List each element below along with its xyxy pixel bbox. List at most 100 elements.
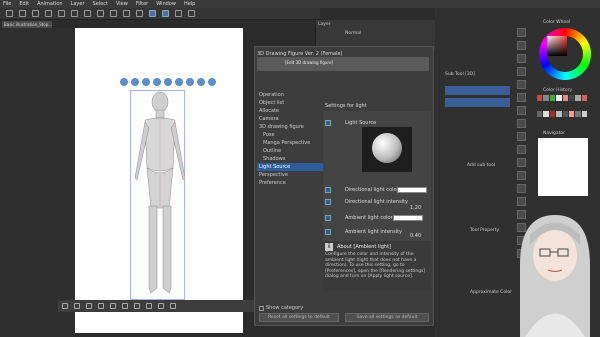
tool-icon[interactable] [517, 28, 526, 37]
ambient-intensity-toggle[interactable] [325, 229, 331, 235]
directional-color-toggle[interactable] [325, 187, 331, 193]
swatch[interactable] [581, 95, 587, 101]
swatch[interactable] [568, 95, 575, 101]
sidebar-item-operation[interactable]: Operation [257, 91, 323, 99]
swatch[interactable] [537, 110, 543, 117]
document-tab[interactable]: Basic illustration_Stop... [2, 21, 52, 28]
sidebar-item-manga-perspective[interactable]: Manga Perspective [257, 139, 323, 147]
swatch[interactable] [549, 110, 556, 117]
sidebar-item-perspective[interactable]: Perspective [257, 171, 323, 179]
ambient-color-toggle[interactable] [325, 215, 331, 221]
save-all-button[interactable]: Save all settings as default [345, 313, 429, 322]
menu-view[interactable]: View [116, 1, 128, 7]
tool-icon[interactable] [517, 67, 526, 76]
saturation-square[interactable] [547, 36, 567, 56]
menu-layer[interactable]: Layer [71, 1, 85, 7]
fill-icon[interactable] [97, 10, 104, 17]
swatch[interactable] [556, 110, 562, 117]
tool-icon[interactable] [517, 80, 526, 89]
blend-mode-select[interactable]: Normal [345, 31, 361, 36]
tool-icon[interactable] [517, 145, 526, 154]
rotate-icon[interactable] [164, 78, 172, 86]
transform-icon[interactable] [84, 10, 91, 17]
show-category[interactable]: Show category [259, 305, 303, 311]
camera-rotate-icon[interactable] [120, 78, 128, 86]
navigator-preview[interactable] [538, 138, 588, 196]
snap-icon[interactable] [197, 78, 205, 86]
light-source-toggle[interactable] [325, 120, 331, 126]
sidebar-item-3d-figure[interactable]: 3D drawing figure [257, 123, 323, 131]
lock-icon[interactable] [134, 303, 140, 309]
directional-color-swatch[interactable] [397, 187, 427, 193]
pen-icon[interactable] [149, 10, 156, 17]
rotate-x-icon[interactable] [175, 78, 183, 86]
tool-icon[interactable] [517, 119, 526, 128]
reset-pose-icon[interactable] [158, 303, 164, 309]
swatch[interactable] [581, 110, 587, 117]
tool-icon[interactable] [517, 41, 526, 50]
camera-move-icon[interactable] [142, 78, 150, 86]
sub-tool-row[interactable] [445, 98, 510, 107]
menu-file[interactable]: File [3, 1, 11, 7]
sub-tool-row[interactable] [445, 148, 510, 157]
add-sub-tool[interactable]: Add sub tool [467, 163, 495, 168]
fit-icon[interactable] [122, 303, 128, 309]
swatch[interactable] [537, 95, 543, 101]
swatch[interactable] [543, 95, 549, 101]
ambient-color-swatch[interactable] [393, 215, 423, 221]
ruler-icon[interactable] [175, 10, 182, 17]
mirror-icon[interactable] [98, 303, 104, 309]
sidebar-item-shadows[interactable]: Shadows [257, 155, 323, 163]
swatch[interactable] [556, 95, 562, 101]
show-category-checkbox[interactable] [259, 305, 264, 311]
new-icon[interactable] [6, 10, 13, 17]
ground-icon[interactable] [110, 303, 116, 309]
crop-icon[interactable] [123, 10, 130, 17]
reset-icon[interactable] [208, 78, 216, 86]
menu-select[interactable]: Select [93, 1, 108, 7]
swatch[interactable] [549, 95, 556, 101]
reset-all-button[interactable]: Reset all settings to default [259, 313, 339, 322]
menu-window[interactable]: Window [156, 1, 176, 7]
ambient-intensity-value[interactable]: 0.40 [410, 233, 421, 239]
brush-icon[interactable] [162, 10, 169, 17]
swatch[interactable] [568, 110, 575, 117]
sidebar-item-outline[interactable]: Outline [257, 147, 323, 155]
clear-icon[interactable] [71, 10, 78, 17]
swatch[interactable] [562, 95, 568, 101]
swatch[interactable] [575, 110, 581, 117]
menu-filter[interactable]: Filter [136, 1, 148, 7]
tool-icon[interactable] [517, 171, 526, 180]
sub-tool-row[interactable] [445, 86, 510, 95]
move-plane-icon[interactable] [153, 78, 161, 86]
sidebar-item-preference[interactable]: Preference [257, 179, 323, 187]
prev-icon[interactable] [62, 303, 68, 309]
directional-intensity-toggle[interactable] [325, 199, 331, 205]
sidebar-item-allocate[interactable]: Allocate [257, 107, 323, 115]
tool-icon[interactable] [517, 93, 526, 102]
sidebar-item-camera[interactable]: Camera [257, 115, 323, 123]
swatch[interactable] [575, 95, 581, 101]
save-pose-icon[interactable] [170, 303, 176, 309]
sidebar-item-light-source[interactable]: Light Source [257, 163, 323, 171]
redo-icon[interactable] [58, 10, 65, 17]
open-icon[interactable] [19, 10, 26, 17]
tool-icon[interactable] [517, 54, 526, 63]
camera-pan-icon[interactable] [131, 78, 139, 86]
next-icon[interactable] [74, 303, 80, 309]
menu-edit[interactable]: Edit [19, 1, 29, 7]
tool-icon[interactable] [517, 158, 526, 167]
tool-icon[interactable] [517, 184, 526, 193]
sub-tool-row[interactable] [445, 124, 510, 133]
lock-icon[interactable] [188, 10, 195, 17]
camera-icon[interactable] [146, 303, 152, 309]
menu-animation[interactable]: Animation [37, 1, 63, 7]
swatch[interactable] [562, 110, 568, 117]
sidebar-item-object-list[interactable]: Object list [257, 99, 323, 107]
sub-tool-row[interactable] [445, 112, 510, 121]
swatch[interactable] [543, 110, 549, 117]
sub-tool-row[interactable] [445, 136, 510, 145]
menu-help[interactable]: Help [184, 1, 195, 7]
directional-intensity-value[interactable]: 1.20 [410, 205, 421, 211]
undo-icon[interactable] [45, 10, 52, 17]
